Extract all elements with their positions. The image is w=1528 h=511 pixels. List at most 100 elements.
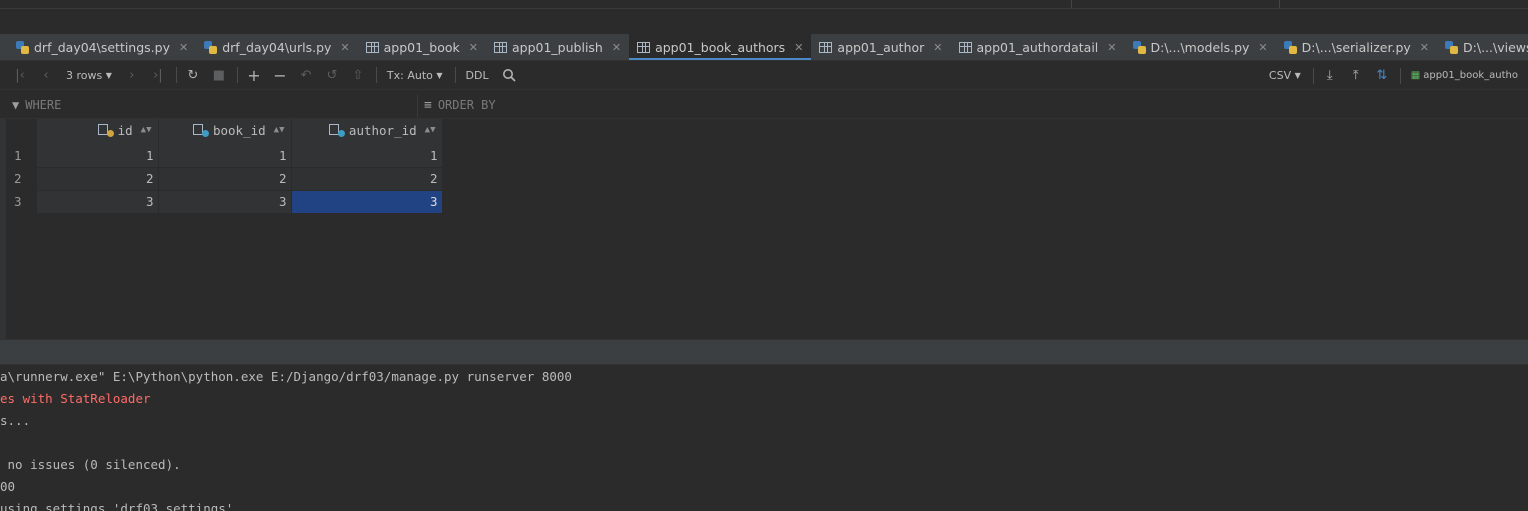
chevron-down-icon: ▼ — [105, 70, 112, 80]
close-icon[interactable]: ✕ — [933, 41, 942, 54]
tab-label: app01_author — [837, 39, 925, 55]
cell-id[interactable]: 1 — [36, 144, 159, 168]
tab-serializer-py[interactable]: D:\...\serializer.py ✕ — [1276, 34, 1437, 60]
add-row-icon[interactable]: + — [244, 64, 264, 86]
csv-label: CSV — [1268, 69, 1292, 82]
python-file-icon — [1283, 40, 1297, 54]
top-separator — [1279, 0, 1280, 8]
cell-author-id[interactable]: 2 — [291, 167, 443, 191]
table-icon — [365, 41, 379, 53]
row-number[interactable]: 1 — [11, 144, 37, 168]
close-icon[interactable]: ✕ — [340, 41, 349, 54]
cell-author-id[interactable]: 1 — [291, 144, 443, 168]
rows-dropdown[interactable]: 3 rows ▼ — [62, 64, 116, 86]
panel-splitter[interactable] — [0, 339, 1528, 365]
delete-row-icon[interactable]: − — [270, 64, 290, 86]
tab-label: app01_authordatail — [976, 39, 1099, 55]
tab-app01-author[interactable]: app01_author ✕ — [811, 34, 950, 60]
first-page-icon[interactable]: |‹ — [10, 64, 30, 86]
ddl-button[interactable]: DDL — [462, 64, 493, 86]
sort-toggle-icon[interactable]: ▲▼ — [425, 125, 436, 135]
last-page-icon[interactable]: ›| — [148, 64, 168, 86]
close-icon[interactable]: ✕ — [1107, 41, 1116, 54]
refresh-icon[interactable]: ↻ — [183, 64, 203, 86]
orderby-label: ORDER BY — [437, 98, 496, 112]
console-line: no issues (0 silenced). — [0, 457, 181, 472]
close-icon[interactable]: ✕ — [612, 41, 621, 54]
tab-urls-py[interactable]: drf_day04\urls.py ✕ — [196, 34, 357, 60]
close-icon[interactable]: ✕ — [1258, 41, 1267, 54]
tab-app01-book[interactable]: app01_book ✕ — [358, 34, 486, 60]
tab-views-py[interactable]: D:\...\views.py ✕ — [1437, 34, 1528, 60]
tab-label: drf_day04\settings.py — [34, 39, 170, 55]
sort-toggle-icon[interactable]: ▲▼ — [274, 125, 285, 135]
where-filter[interactable]: ▼ WHERE — [12, 91, 61, 119]
column-header-author-id[interactable]: author_id ▲▼ — [291, 119, 443, 144]
tab-app01-book-authors[interactable]: app01_book_authors ✕ — [629, 34, 812, 60]
orderby-filter[interactable]: ≡ ORDER BY — [424, 91, 496, 119]
cell-book-id[interactable]: 1 — [158, 144, 292, 168]
upload-icon[interactable]: ⤒ — [1346, 65, 1366, 87]
rows-label: 3 rows — [66, 68, 103, 82]
table-row[interactable]: 2 2 2 2 — [11, 167, 443, 191]
search-icon[interactable] — [499, 64, 519, 86]
cell-id[interactable]: 3 — [36, 190, 159, 214]
column-header-book-id[interactable]: book_id ▲▼ — [158, 119, 292, 144]
tab-label: app01_publish — [512, 39, 603, 55]
console-line: 00 — [0, 479, 16, 494]
python-file-icon — [1132, 40, 1146, 54]
column-label: author_id — [348, 122, 417, 138]
csv-format-dropdown[interactable]: CSV ▼ — [1265, 65, 1305, 87]
filter-bar: ▼ WHERE ≡ ORDER BY — [0, 91, 1528, 119]
compare-icon[interactable]: ⇅ — [1372, 65, 1392, 87]
row-number[interactable]: 3 — [11, 190, 37, 214]
table-reference[interactable]: ▦ app01_book_autho — [1407, 65, 1522, 87]
submit-icon[interactable]: ↺ — [322, 64, 342, 86]
download-icon[interactable]: ⤓ — [1320, 65, 1340, 87]
python-file-icon — [204, 40, 218, 54]
python-file-icon — [16, 40, 29, 54]
cell-author-id-selected[interactable]: 3 — [291, 190, 443, 214]
sort-toggle-icon[interactable]: ▲▼ — [141, 125, 152, 135]
cell-book-id[interactable]: 3 — [158, 190, 292, 214]
table-row[interactable]: 1 1 1 1 — [11, 144, 443, 168]
close-icon[interactable]: ✕ — [794, 41, 803, 54]
toolbar-separator — [1312, 67, 1314, 84]
close-icon[interactable]: ✕ — [1420, 41, 1429, 54]
previous-page-icon[interactable]: ‹ — [36, 64, 56, 86]
revert-icon[interactable]: ↶ — [296, 64, 316, 86]
console-line: a\runnerw.exe" E:\Python\python.exe E:/D… — [0, 369, 572, 384]
sort-icon: ≡ — [424, 97, 432, 113]
column-header-id[interactable]: id ▲▼ — [36, 119, 159, 144]
filter-icon: ▼ — [12, 98, 20, 112]
tab-label: D:\...\models.py — [1150, 39, 1250, 55]
tab-models-py[interactable]: D:\...\models.py ✕ — [1125, 34, 1276, 60]
cell-id[interactable]: 2 — [36, 167, 159, 191]
tab-settings-py[interactable]: drf_day04\settings.py ✕ — [8, 34, 196, 60]
toolbar-separator — [175, 67, 177, 83]
tab-app01-authordatail[interactable]: app01_authordatail ✕ — [951, 34, 1125, 60]
column-label: book_id — [212, 122, 266, 138]
tab-app01-publish[interactable]: app01_publish ✕ — [486, 34, 629, 60]
table-icon — [819, 41, 833, 53]
tx-mode-dropdown[interactable]: Tx: Auto ▼ — [383, 64, 447, 86]
row-number[interactable]: 2 — [11, 167, 37, 191]
submit-up-icon[interactable]: ⇧ — [348, 64, 368, 86]
table-row[interactable]: 3 3 3 3 — [11, 190, 443, 214]
tab-label: app01_book_authors — [655, 39, 786, 55]
console-line: s... — [0, 413, 31, 428]
table-icon — [958, 41, 972, 53]
top-separator — [1071, 0, 1072, 8]
close-icon[interactable]: ✕ — [469, 41, 478, 54]
top-divider — [0, 8, 1528, 9]
row-number-header — [11, 119, 37, 144]
stop-icon[interactable]: ■ — [209, 64, 229, 86]
toolbar-separator — [236, 67, 238, 83]
python-file-icon — [1445, 40, 1459, 54]
chevron-down-icon: ▼ — [436, 70, 443, 80]
close-icon[interactable]: ✕ — [179, 41, 188, 54]
cell-book-id[interactable]: 2 — [158, 167, 292, 191]
next-page-icon[interactable]: › — [122, 64, 142, 86]
foreign-key-column-icon — [192, 123, 209, 138]
